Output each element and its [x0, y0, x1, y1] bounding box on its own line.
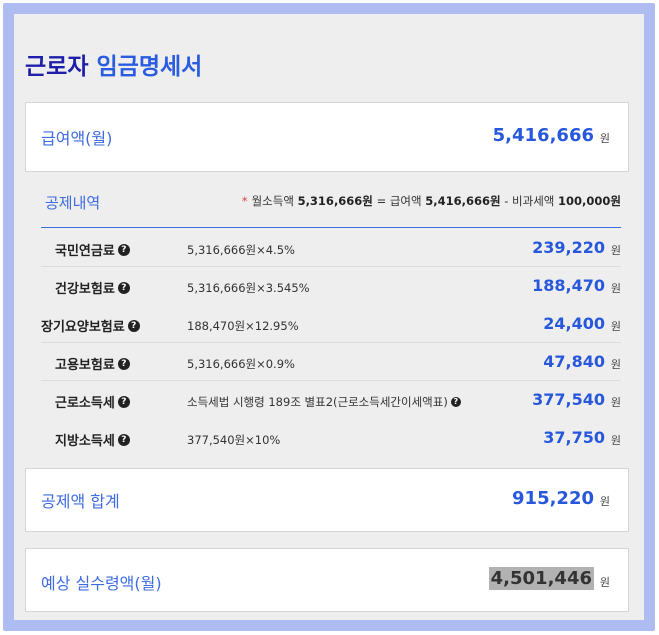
deduction-name-text: 장기요양보험료: [41, 320, 125, 335]
deduction-name: 근로소득세?: [55, 392, 130, 411]
deduction-formula: 377,540원×10%: [187, 433, 281, 447]
income-note: * 월소득액 5,316,666원 = 급여액 5,416,666원 - 비과세액…: [242, 193, 621, 209]
deduction-formula: 5,316,666원×3.545%: [187, 281, 310, 295]
deduction-value: 188,470: [532, 276, 605, 295]
deduction-value: 24,400: [543, 314, 605, 333]
deduction-name-text: 고용보험료: [55, 358, 115, 373]
help-icon[interactable]: ?: [450, 397, 461, 407]
deduction-row-long-term-care: 장기요양보험료? 188,470원×12.95% 24,400 원: [41, 305, 621, 343]
deduction-name: 건강보험료?: [55, 278, 130, 297]
help-icon[interactable]: ?: [117, 395, 130, 408]
deduction-row-employment-insurance: 고용보험료? 5,316,666원×0.9% 47,840 원: [41, 343, 621, 381]
total-deduction-card: 공제액 합계 915,220 원: [25, 468, 629, 532]
gross-pay-amount: 5,416,666: [492, 125, 594, 146]
deduction-unit: 원: [610, 396, 621, 409]
note-nontax: 100,000원: [558, 194, 621, 208]
note-pre: 월소득액: [251, 194, 294, 208]
page-title: 근로자 임금명세서: [25, 47, 202, 81]
deduction-formula-text: 소득세법 시행령 189조 별표2(근로소득세간이세액표): [187, 395, 448, 409]
deduction-formula: 5,316,666원×4.5%: [187, 243, 295, 257]
deductions-header: 공제내역 * 월소득액 5,316,666원 = 급여액 5,416,666원 -…: [41, 192, 621, 228]
deduction-formula: 188,470원×12.95%: [187, 319, 299, 333]
gross-pay-label: 급여액(월): [41, 129, 113, 148]
deduction-formula: 5,316,666원×0.9%: [187, 357, 295, 371]
total-deduction-label: 공제액 합계: [41, 492, 120, 511]
note-star: *: [241, 194, 248, 208]
help-icon[interactable]: ?: [117, 433, 130, 446]
note-eq: = 급여액: [376, 194, 422, 208]
deduction-unit: 원: [610, 282, 621, 295]
title-part1: 근로자: [25, 54, 89, 80]
net-pay-label: 예상 실수령액(월): [41, 574, 162, 593]
deduction-row-health-insurance: 건강보험료? 5,316,666원×3.545% 188,470 원: [41, 267, 621, 305]
deduction-value: 37,750: [543, 428, 605, 447]
help-icon[interactable]: ?: [117, 243, 130, 256]
deduction-name: 국민연금료?: [55, 240, 130, 259]
deduction-name-text: 근로소득세: [55, 396, 115, 411]
deduction-value: 47,840: [543, 352, 605, 371]
gross-pay-card: 급여액(월) 5,416,666 원: [25, 102, 629, 172]
payslip-panel: 근로자 임금명세서 급여액(월) 5,416,666 원 공제내역 * 월소득액 …: [14, 14, 644, 620]
total-deduction-amount: 915,220: [512, 488, 594, 509]
deduction-row-national-pension: 국민연금료? 5,316,666원×4.5% 239,220 원: [41, 229, 621, 267]
deduction-name: 장기요양보험료?: [41, 316, 140, 335]
deduction-row-income-tax: 근로소득세? 소득세법 시행령 189조 별표2(근로소득세간이세액표)? 37…: [41, 381, 621, 419]
deduction-value: 377,540: [532, 390, 605, 409]
net-pay-amount: 4,501,446: [488, 567, 594, 590]
note-minus: - 비과세액: [504, 194, 555, 208]
deduction-list: 국민연금료? 5,316,666원×4.5% 239,220 원 건강보험료? …: [41, 229, 621, 457]
deduction-value: 239,220: [532, 238, 605, 257]
deductions-title: 공제내역: [45, 194, 101, 212]
deduction-unit: 원: [610, 320, 621, 333]
deduction-name-text: 국민연금료: [55, 244, 115, 259]
deduction-unit: 원: [610, 244, 621, 257]
title-part2: 임금명세서: [96, 54, 203, 80]
help-icon[interactable]: ?: [127, 319, 140, 332]
deduction-unit: 원: [610, 358, 621, 371]
net-pay-unit: 원: [599, 576, 610, 589]
gross-pay-unit: 원: [599, 132, 610, 145]
outer-frame: 근로자 임금명세서 급여액(월) 5,416,666 원 공제내역 * 월소득액 …: [3, 3, 655, 631]
total-deduction-unit: 원: [599, 495, 610, 508]
help-icon[interactable]: ?: [117, 357, 130, 370]
deduction-unit: 원: [610, 434, 621, 447]
deduction-formula: 소득세법 시행령 189조 별표2(근로소득세간이세액표)?: [187, 394, 461, 410]
deduction-name-text: 건강보험료: [55, 282, 115, 297]
note-income: 5,316,666원: [297, 194, 373, 208]
help-icon[interactable]: ?: [117, 281, 130, 294]
deduction-name-text: 지방소득세: [55, 434, 115, 449]
net-pay-card: 예상 실수령액(월) 4,501,446 원: [25, 548, 629, 612]
note-gross: 5,416,666원: [425, 194, 501, 208]
deduction-name: 지방소득세?: [55, 430, 130, 449]
deduction-name: 고용보험료?: [55, 354, 130, 373]
deduction-row-local-income-tax: 지방소득세? 377,540원×10% 37,750 원: [41, 419, 621, 457]
